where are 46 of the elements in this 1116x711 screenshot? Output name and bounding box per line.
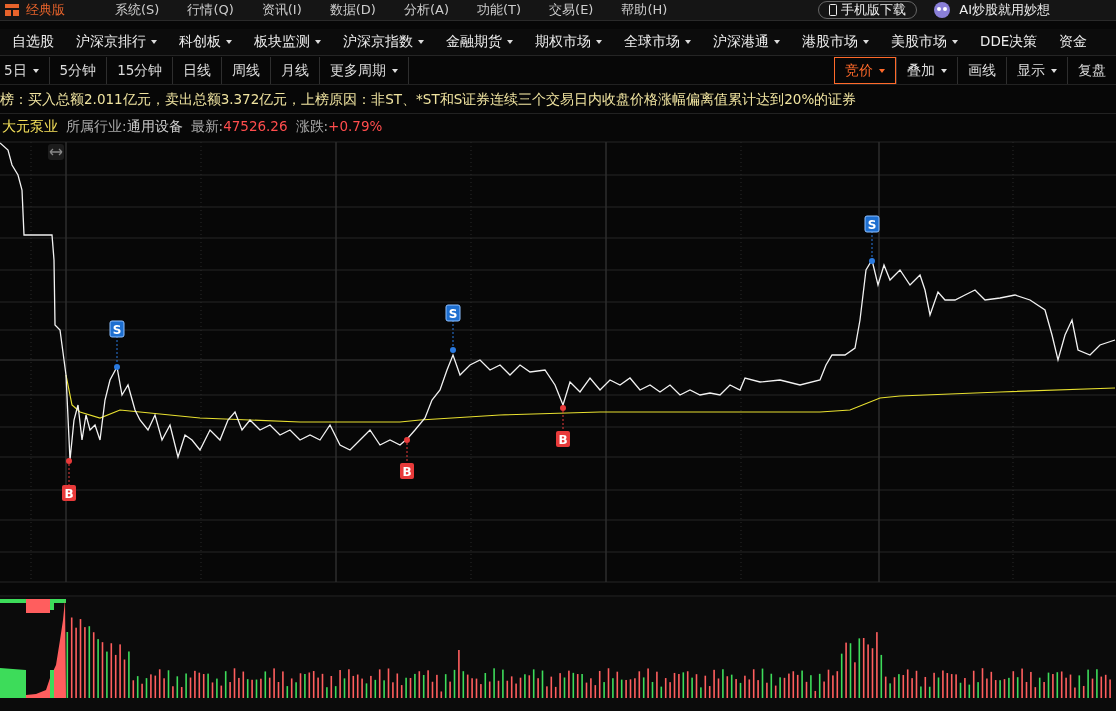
menu-item[interactable]: 数据(D) xyxy=(329,1,376,19)
chart-tool-button[interactable]: 显示 xyxy=(1006,57,1068,84)
market-tab[interactable]: 板块监测 xyxy=(242,33,331,51)
period-tab[interactable]: 5日 xyxy=(0,57,50,84)
market-tab[interactable]: 沪深京排行 xyxy=(64,33,167,51)
period-tab[interactable]: 更多周期 xyxy=(319,57,410,84)
market-tab[interactable]: 美股市场 xyxy=(879,33,968,51)
industry-value: 通用设备 xyxy=(126,118,183,136)
phone-icon xyxy=(829,4,838,16)
change-label: 涨跌: xyxy=(295,118,329,136)
latest-label: 最新: xyxy=(190,118,224,136)
market-tab[interactable]: 沪深港通 xyxy=(701,33,790,51)
market-tab[interactable]: 期权市场 xyxy=(523,33,612,51)
period-tab[interactable]: 周线 xyxy=(221,57,272,84)
menu-item[interactable]: 分析(A) xyxy=(403,1,449,19)
menu-item[interactable]: 行情(Q) xyxy=(187,1,234,19)
market-tab[interactable]: 金融期货 xyxy=(434,33,523,51)
market-tab[interactable]: DDE决策 xyxy=(968,33,1048,51)
menu-item[interactable]: 资讯(I) xyxy=(261,1,302,19)
market-tab[interactable]: 资金 xyxy=(1047,33,1098,51)
billboard-notice: 榜：买入总额2.011亿元，卖出总额3.372亿元，上榜原因：非ST、*ST和S证券连续三个交易日内收盘价格涨幅偏离值累计达到20%的证券 xyxy=(0,87,1116,114)
market-tab[interactable]: 自选股 xyxy=(0,33,64,51)
menu-item[interactable]: 帮助(H) xyxy=(621,1,668,19)
menu-item[interactable]: 交易(E) xyxy=(549,1,594,19)
chart-tool-button[interactable]: 复盘 xyxy=(1067,57,1116,84)
change-percent: +0.79% xyxy=(328,118,383,136)
industry-label: 所属行业: xyxy=(66,118,127,136)
period-tab[interactable]: 日线 xyxy=(172,57,223,84)
period-tab[interactable]: 15分钟 xyxy=(106,57,174,84)
market-tab[interactable]: 港股市场 xyxy=(790,33,879,51)
chart-tool-button[interactable]: 画线 xyxy=(957,57,1007,84)
stock-name: 大元泵业 xyxy=(2,118,58,136)
logo-icon xyxy=(4,3,20,17)
edition-label[interactable]: 经典版 xyxy=(26,1,65,19)
market-tab[interactable]: 沪深京指数 xyxy=(331,33,434,51)
expand-horizontal-icon[interactable] xyxy=(48,144,64,160)
period-tab[interactable]: 5分钟 xyxy=(48,57,108,84)
latest-price: 47526.26 xyxy=(223,118,288,136)
menu-item[interactable]: 系统(S) xyxy=(115,1,160,19)
market-tab[interactable]: 全球市场 xyxy=(612,33,701,51)
ai-promo-link[interactable]: AI炒股就用妙想 xyxy=(931,1,1050,19)
market-tab[interactable]: 科创板 xyxy=(167,33,242,51)
chart-tool-button[interactable]: 叠加 xyxy=(896,57,958,84)
chart-tool-button[interactable]: 竞价 xyxy=(834,57,896,84)
menu-item[interactable]: 功能(T) xyxy=(477,1,522,19)
period-tab[interactable]: 月线 xyxy=(270,57,321,84)
